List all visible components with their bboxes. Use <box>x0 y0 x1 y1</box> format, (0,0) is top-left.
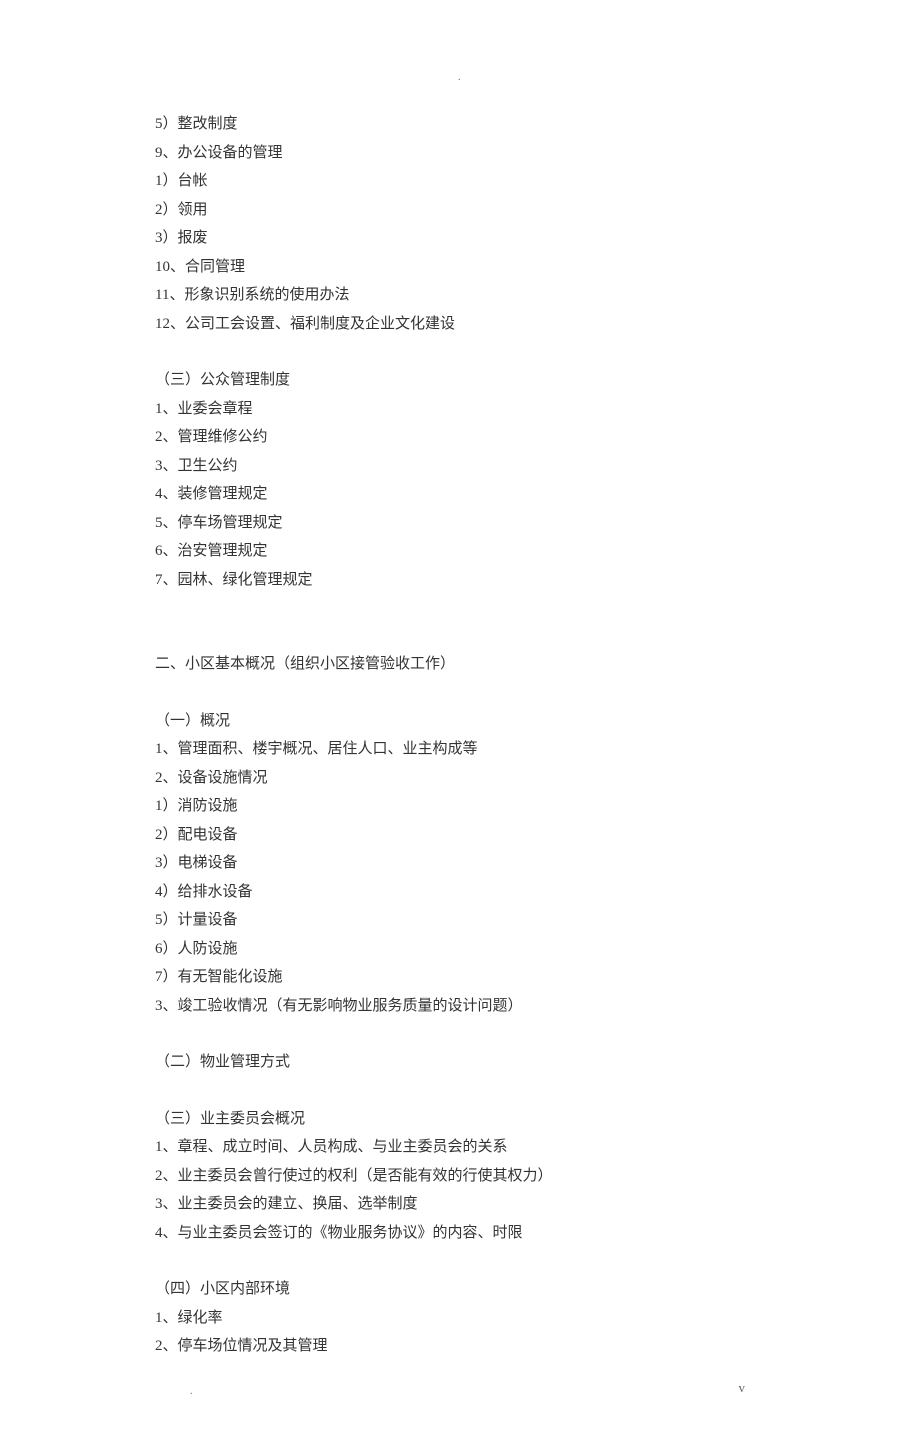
blank-gap <box>155 594 765 650</box>
text-line: 3、卫生公约 <box>155 452 765 481</box>
text-line: 7、园林、绿化管理规定 <box>155 566 765 595</box>
text-line: 1、章程、成立时间、人员构成、与业主委员会的关系 <box>155 1133 765 1162</box>
text-line: 2、设备设施情况 <box>155 764 765 793</box>
text-line: 2、管理维修公约 <box>155 423 765 452</box>
text-line: 9、办公设备的管理 <box>155 139 765 168</box>
text-line: 5）计量设备 <box>155 906 765 935</box>
text-line: 3）电梯设备 <box>155 849 765 878</box>
page-mark-bottom: . <box>190 1382 193 1401</box>
text-line: 1、绿化率 <box>155 1304 765 1333</box>
page: . 5）整改制度 9、办公设备的管理 1）台帐 2）领用 3）报废 10、合同管… <box>0 0 920 1441</box>
text-line: 3、业主委员会的建立、换届、选举制度 <box>155 1190 765 1219</box>
blank-line <box>155 1020 765 1048</box>
text-line: 5）整改制度 <box>155 110 765 139</box>
text-line: 6）人防设施 <box>155 935 765 964</box>
text-line: （二）物业管理方式 <box>155 1048 765 1077</box>
blank-line <box>155 1077 765 1105</box>
text-line: 1、业委会章程 <box>155 395 765 424</box>
page-mark-top: . <box>458 68 461 87</box>
text-line: （四）小区内部环境 <box>155 1275 765 1304</box>
text-line: 1、管理面积、楼宇概况、居住人口、业主构成等 <box>155 735 765 764</box>
text-line: 4、装修管理规定 <box>155 480 765 509</box>
text-line: 1）台帐 <box>155 167 765 196</box>
text-line: 3、竣工验收情况（有无影响物业服务质量的设计问题） <box>155 992 765 1021</box>
text-line: 4）给排水设备 <box>155 878 765 907</box>
text-line: 2）配电设备 <box>155 821 765 850</box>
text-line: （三）业主委员会概况 <box>155 1105 765 1134</box>
text-line: 2、业主委员会曾行使过的权利（是否能有效的行使其权力） <box>155 1162 765 1191</box>
text-line: 10、合同管理 <box>155 253 765 282</box>
text-line: 5、停车场管理规定 <box>155 509 765 538</box>
text-line: 12、公司工会设置、福利制度及企业文化建设 <box>155 310 765 339</box>
text-line: （一）概况 <box>155 707 765 736</box>
blank-line <box>155 679 765 707</box>
text-line: 11、形象识别系统的使用办法 <box>155 281 765 310</box>
text-line: 4、与业主委员会签订的《物业服务协议》的内容、时限 <box>155 1219 765 1248</box>
text-line: 7）有无智能化设施 <box>155 963 765 992</box>
text-line: （三）公众管理制度 <box>155 366 765 395</box>
text-line: 二、小区基本概况（组织小区接管验收工作） <box>155 650 765 679</box>
blank-line <box>155 338 765 366</box>
text-line: 2、停车场位情况及其管理 <box>155 1332 765 1361</box>
blank-line <box>155 1247 765 1275</box>
page-number: v <box>739 1376 746 1401</box>
text-line: 6、治安管理规定 <box>155 537 765 566</box>
text-line: 2）领用 <box>155 196 765 225</box>
text-line: 3）报废 <box>155 224 765 253</box>
text-line: 1）消防设施 <box>155 792 765 821</box>
